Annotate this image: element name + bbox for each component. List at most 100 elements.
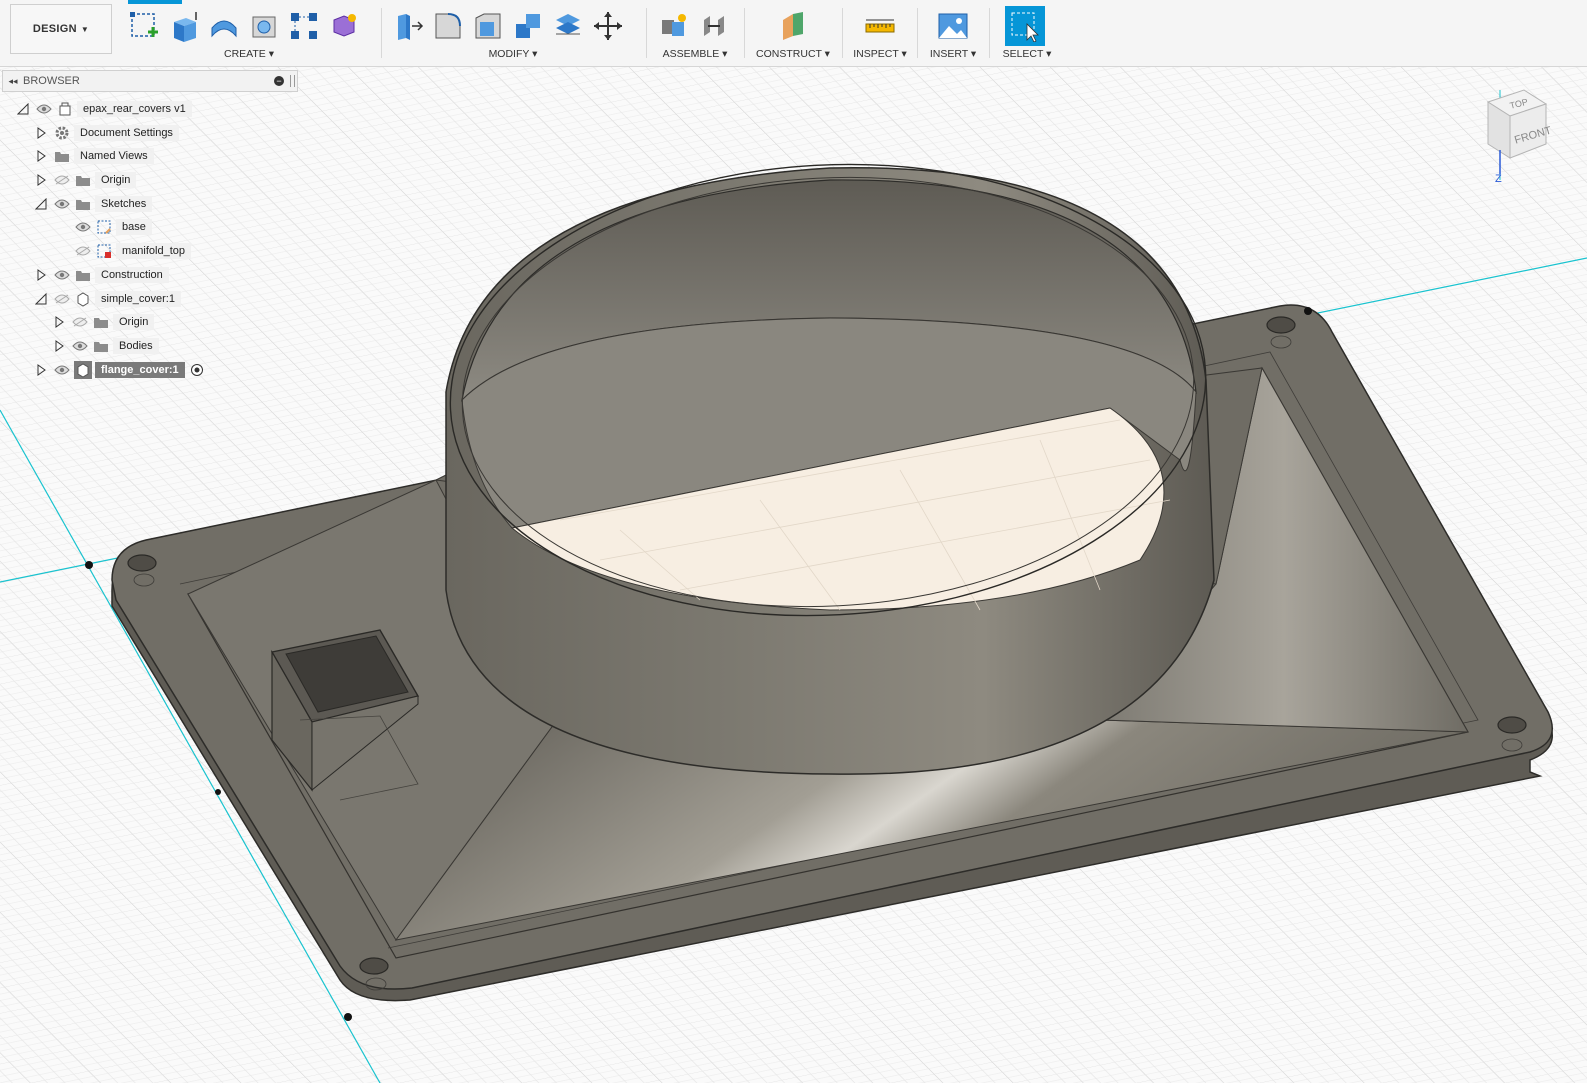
inspect-group: INSPECT ▾: [850, 0, 910, 66]
toolbar: DESIGN ▼ CREATE ▾ MODIFY ▾ ASSEMBLE ▾ CO…: [0, 0, 1587, 67]
eye-icon[interactable]: [53, 195, 71, 213]
eye-hidden-icon[interactable]: [74, 242, 92, 260]
tree-item-named-views[interactable]: Named Views: [32, 145, 154, 167]
folder-icon: [74, 195, 92, 213]
form-icon[interactable]: [324, 6, 364, 46]
offset-plane-icon[interactable]: [773, 6, 813, 46]
pattern-icon[interactable]: [284, 6, 324, 46]
browser-title: BROWSER: [23, 75, 80, 87]
tree-item-label: Named Views: [74, 148, 154, 164]
chevron-down-icon: ▼: [80, 24, 90, 34]
modify-group: MODIFY ▾: [388, 0, 638, 66]
modify-menu[interactable]: MODIFY ▾: [388, 48, 638, 60]
press-pull-icon[interactable]: [388, 6, 428, 46]
tree-item-simple-cover-origin[interactable]: Origin: [50, 311, 155, 333]
collapsed-arrow-icon[interactable]: [32, 124, 50, 142]
new-component-icon[interactable]: [654, 6, 694, 46]
tree-item-bodies[interactable]: Bodies: [50, 335, 159, 357]
create-menu[interactable]: CREATE ▾: [124, 48, 374, 60]
folder-icon: [53, 147, 71, 165]
collapsed-arrow-icon[interactable]: [32, 266, 50, 284]
select-menu[interactable]: SELECT ▾: [996, 48, 1058, 60]
tree-item-label: Origin: [95, 172, 137, 188]
viewport-canvas[interactable]: [0, 0, 1587, 1083]
tree-item-flange-cover[interactable]: flange_cover:1: [32, 359, 206, 381]
folder-icon: [92, 313, 110, 331]
expanded-arrow-icon[interactable]: [14, 100, 32, 118]
combine-icon[interactable]: [508, 6, 548, 46]
eye-icon[interactable]: [35, 100, 53, 118]
eye-icon[interactable]: [71, 337, 89, 355]
eye-hidden-icon[interactable]: [53, 290, 71, 308]
tree-item-construction[interactable]: Construction: [32, 264, 169, 286]
revolve-icon[interactable]: [204, 6, 244, 46]
joint-icon[interactable]: [694, 6, 734, 46]
extrude-icon[interactable]: [164, 6, 204, 46]
eye-icon[interactable]: [53, 361, 71, 379]
viewcube-axis-label: Z: [1495, 173, 1502, 185]
collapsed-arrow-icon[interactable]: [32, 361, 50, 379]
eye-hidden-icon[interactable]: [53, 171, 71, 189]
expanded-arrow-icon[interactable]: [32, 195, 50, 213]
tree-item-label: Sketches: [95, 196, 153, 212]
tree-item-document-settings[interactable]: Document Settings: [32, 122, 179, 144]
construct-group: CONSTRUCT ▾: [752, 0, 834, 66]
gear-icon: [53, 124, 71, 142]
tree-item-label: manifold_top: [116, 243, 191, 259]
tree-item-label: flange_cover:1: [95, 362, 185, 378]
tree-item-sketch-base[interactable]: base: [71, 216, 152, 238]
eye-hidden-icon[interactable]: [71, 313, 89, 331]
collapse-panel-icon[interactable]: ◂◂: [3, 76, 23, 87]
inspect-menu[interactable]: INSPECT ▾: [850, 48, 910, 60]
tree-item-label: base: [116, 219, 152, 235]
tree-item-label: epax_rear_covers v1: [77, 101, 192, 117]
assemble-menu[interactable]: ASSEMBLE ▾: [654, 48, 736, 60]
expanded-arrow-icon[interactable]: [32, 290, 50, 308]
assemble-group: ASSEMBLE ▾: [654, 0, 736, 66]
eye-icon[interactable]: [53, 266, 71, 284]
insert-menu[interactable]: INSERT ▾: [924, 48, 982, 60]
tree-item-label: Document Settings: [74, 125, 179, 141]
collapsed-arrow-icon[interactable]: [32, 147, 50, 165]
create-group: CREATE ▾: [124, 0, 374, 66]
folder-icon: [74, 266, 92, 284]
resize-grip-icon[interactable]: [290, 75, 295, 87]
tree-item-sketch-manifold-top[interactable]: manifold_top: [71, 240, 191, 262]
move-icon[interactable]: [588, 6, 628, 46]
tree-item-origin[interactable]: Origin: [32, 169, 137, 191]
tree-item-sketches[interactable]: Sketches: [32, 193, 153, 215]
construct-menu[interactable]: CONSTRUCT ▾: [752, 48, 834, 60]
tree-item-label: Bodies: [113, 338, 159, 354]
folder-icon: [74, 171, 92, 189]
select-icon[interactable]: [1005, 6, 1045, 46]
collapsed-arrow-icon[interactable]: [32, 171, 50, 189]
activate-radio-icon[interactable]: [188, 361, 206, 379]
select-group: SELECT ▾: [996, 0, 1058, 66]
create-sketch-icon[interactable]: [124, 6, 164, 46]
workspace-label: DESIGN: [32, 23, 77, 35]
collapsed-arrow-icon[interactable]: [50, 313, 68, 331]
tree-item-root[interactable]: epax_rear_covers v1: [14, 98, 192, 120]
tree-item-label: Origin: [113, 314, 155, 330]
insert-group: INSERT ▾: [924, 0, 982, 66]
collapsed-arrow-icon[interactable]: [50, 337, 68, 355]
insert-image-icon[interactable]: [933, 6, 973, 46]
chamfer-icon[interactable]: [468, 6, 508, 46]
sketch-icon: [95, 218, 113, 236]
workspace-switcher[interactable]: DESIGN ▼: [10, 4, 112, 54]
minimize-icon[interactable]: −: [274, 76, 284, 86]
measure-icon[interactable]: [860, 6, 900, 46]
folder-icon: [92, 337, 110, 355]
tree-item-simple-cover[interactable]: simple_cover:1: [32, 288, 181, 310]
document-icon: [56, 100, 74, 118]
offset-face-icon[interactable]: [548, 6, 588, 46]
browser-header: ◂◂ BROWSER −: [2, 70, 298, 92]
eye-icon[interactable]: [74, 218, 92, 236]
tree-item-label: simple_cover:1: [95, 291, 181, 307]
component-icon: [74, 361, 92, 379]
fillet-icon[interactable]: [428, 6, 468, 46]
viewcube[interactable]: TOP FRONT Z: [1474, 78, 1562, 188]
tree-item-label: Construction: [95, 267, 169, 283]
shell-icon[interactable]: [244, 6, 284, 46]
component-icon: [74, 290, 92, 308]
